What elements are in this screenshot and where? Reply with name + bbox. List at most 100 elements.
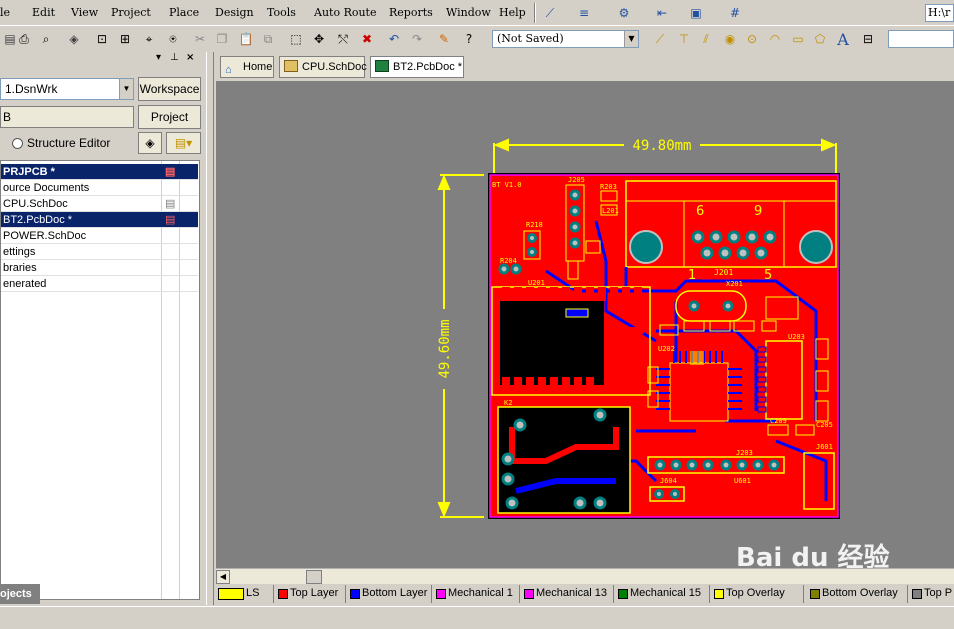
menu-window[interactable]: Window bbox=[446, 6, 491, 19]
layer-mechanical-15[interactable]: Mechanical 15 bbox=[616, 585, 710, 603]
filter-icon[interactable]: ⍟ bbox=[163, 29, 183, 49]
print-icon[interactable]: ⎙ bbox=[14, 29, 34, 49]
variant-value: (Not Saved) bbox=[497, 32, 564, 45]
horizontal-scrollbar[interactable]: ◀ bbox=[216, 568, 954, 584]
deselect-icon[interactable]: ✖ bbox=[357, 29, 377, 49]
select-area-icon[interactable]: ⬚ bbox=[286, 29, 306, 49]
interactive-route-icon[interactable]: ⟋ bbox=[650, 29, 670, 49]
toolbar-field[interactable] bbox=[888, 30, 954, 48]
workspace-combo[interactable]: 1.DsnWrk ▼ bbox=[0, 78, 134, 100]
print-preview-icon[interactable]: ⌕ bbox=[36, 29, 56, 49]
tree-item-source-documents[interactable]: ource Documents bbox=[1, 180, 198, 196]
folder-icon[interactable]: ▤▾ bbox=[166, 132, 201, 154]
label-pin-1: 1 bbox=[688, 268, 696, 283]
layer-swatch bbox=[350, 589, 360, 599]
cut-icon[interactable]: ✂ bbox=[190, 29, 210, 49]
wire-icon[interactable]: ⟋ bbox=[540, 3, 560, 23]
close-icon[interactable]: × bbox=[186, 52, 194, 63]
menu-tools[interactable]: Tools bbox=[267, 6, 296, 19]
panel-menu-icon[interactable]: ▾ bbox=[156, 52, 161, 63]
layer-bottom-layer[interactable]: Bottom Layer bbox=[348, 585, 432, 603]
layer-top-layer[interactable]: Top Layer bbox=[276, 585, 346, 603]
arc-icon[interactable]: ◠ bbox=[765, 29, 785, 49]
panel-splitter[interactable] bbox=[206, 52, 214, 605]
path-field[interactable]: H:\r bbox=[925, 4, 954, 22]
compile-icon[interactable]: ◈ bbox=[138, 132, 162, 154]
layer-bottom-overlay[interactable]: Bottom Overlay bbox=[808, 585, 908, 603]
layer-top-paste[interactable]: Top P bbox=[910, 585, 954, 603]
copy-icon[interactable]: ❐ bbox=[212, 29, 232, 49]
menu-place[interactable]: Place bbox=[169, 6, 199, 19]
menu-design[interactable]: Design bbox=[215, 6, 254, 19]
tree-label: CPU.SchDoc bbox=[3, 198, 68, 210]
project-button[interactable]: Project bbox=[138, 105, 201, 129]
modified-doc-icon: ▤ bbox=[165, 166, 176, 178]
diff-pair-icon[interactable]: ⊤ bbox=[674, 29, 694, 49]
tab-home[interactable]: ⌂ Home bbox=[220, 56, 274, 78]
layer-top-overlay[interactable]: Top Overlay bbox=[712, 585, 804, 603]
structure-editor-radio[interactable] bbox=[12, 138, 23, 149]
menu-help[interactable]: Help bbox=[499, 6, 526, 19]
menu-project[interactable]: Project bbox=[111, 6, 151, 19]
tree-item-generated[interactable]: enerated bbox=[1, 276, 198, 292]
pcb-drawing[interactable]: 49.80mm 49.60mm BT V1.0 J205 R203 L201 R… bbox=[216, 81, 954, 568]
move-icon[interactable]: ✥ bbox=[309, 29, 329, 49]
rubber-stamp-icon[interactable]: ⧉ bbox=[258, 29, 278, 49]
layer-mechanical-13[interactable]: Mechanical 13 bbox=[522, 585, 614, 603]
label-r218: R218 bbox=[526, 221, 543, 229]
tree-item-cpu-schdoc[interactable]: CPU.SchDoc ▤ bbox=[1, 196, 198, 212]
tree-item-bt2-pcbdoc[interactable]: BT2.PcbDoc * ▤ bbox=[1, 212, 198, 228]
polygon-icon[interactable]: ⬠ bbox=[810, 29, 830, 49]
variant-combo[interactable]: (Not Saved) ▼ bbox=[492, 30, 639, 48]
move-selection-icon[interactable]: ⤲ bbox=[333, 29, 353, 49]
paste-icon[interactable]: 📋 bbox=[236, 29, 256, 49]
room-icon[interactable]: ▣ bbox=[686, 3, 706, 23]
menu-auto-route[interactable]: Auto Route bbox=[314, 6, 377, 19]
align-icon[interactable]: ≡ bbox=[574, 3, 594, 23]
tree-item-settings[interactable]: ettings bbox=[1, 244, 198, 260]
layer-mechanical-1[interactable]: Mechanical 1 bbox=[434, 585, 520, 603]
label-j201: J201 bbox=[714, 268, 733, 277]
standard-toolbar: ▤ ⎙ ⌕ ◈ ⊡ ⊞ ⌖ ⍟ ✂ ❐ 📋 ⧉ ⬚ ✥ ⤲ ✖ ↶ ↷ ✎ ? … bbox=[0, 27, 954, 51]
scroll-thumb[interactable] bbox=[306, 570, 322, 584]
help-icon[interactable]: ? bbox=[459, 29, 479, 49]
tree-item-libraries[interactable]: braries bbox=[1, 260, 198, 276]
tree-item-power-schdoc[interactable]: POWER.SchDoc bbox=[1, 228, 198, 244]
pin-icon[interactable]: ⊥ bbox=[170, 52, 179, 63]
tree-label: ource Documents bbox=[3, 182, 90, 194]
menu-view[interactable]: View bbox=[71, 6, 98, 19]
place-icon[interactable]: ⚙ bbox=[614, 3, 634, 23]
chevron-down-icon[interactable]: ▼ bbox=[119, 79, 133, 99]
pencil-icon[interactable]: ✎ bbox=[434, 29, 454, 49]
scroll-left-icon[interactable]: ◀ bbox=[216, 570, 230, 584]
layer-label: Mechanical 13 bbox=[536, 587, 607, 599]
component-icon[interactable]: ⊟ bbox=[858, 29, 878, 49]
structure-editor-label: Structure Editor bbox=[27, 136, 111, 150]
zoom-area-icon[interactable]: ⊞ bbox=[115, 29, 135, 49]
zoom-selected-icon[interactable]: ⌖ bbox=[139, 29, 159, 49]
layer-set-ls[interactable]: LS bbox=[216, 585, 274, 603]
projects-panel-tab[interactable]: ojects bbox=[0, 584, 40, 604]
workspace-button[interactable]: Workspace bbox=[138, 77, 201, 101]
undo-icon[interactable]: ↶ bbox=[384, 29, 404, 49]
fill-icon[interactable]: ▭ bbox=[788, 29, 808, 49]
via-icon[interactable]: ⊙ bbox=[742, 29, 762, 49]
zoom-fit-icon[interactable]: ⊡ bbox=[92, 29, 112, 49]
menu-reports[interactable]: Reports bbox=[389, 6, 433, 19]
menu-edit[interactable]: Edit bbox=[32, 6, 55, 19]
menu-file[interactable]: le bbox=[0, 6, 10, 19]
string-icon[interactable]: A bbox=[833, 29, 853, 49]
pcb-canvas[interactable]: 49.80mm 49.60mm BT V1.0 J205 R203 L201 R… bbox=[216, 81, 954, 573]
tab-cpu-schdoc[interactable]: CPU.SchDoc bbox=[279, 56, 367, 78]
redo-icon[interactable]: ↷ bbox=[407, 29, 427, 49]
grid-icon[interactable]: # bbox=[725, 3, 745, 23]
tab-bt2-pcbdoc[interactable]: BT2.PcbDoc * bbox=[370, 56, 464, 78]
layers-icon[interactable]: ◈ bbox=[64, 29, 84, 49]
dimension-icon[interactable]: ⇤ bbox=[652, 3, 672, 23]
pad-icon[interactable]: ◉ bbox=[720, 29, 740, 49]
tree-item-project[interactable]: PRJPCB * ▤ bbox=[1, 164, 198, 180]
layer-swatch bbox=[618, 589, 628, 599]
project-field[interactable]: B bbox=[0, 106, 134, 128]
chevron-down-icon[interactable]: ▼ bbox=[624, 31, 638, 47]
multi-route-icon[interactable]: ⫽ bbox=[696, 29, 716, 49]
